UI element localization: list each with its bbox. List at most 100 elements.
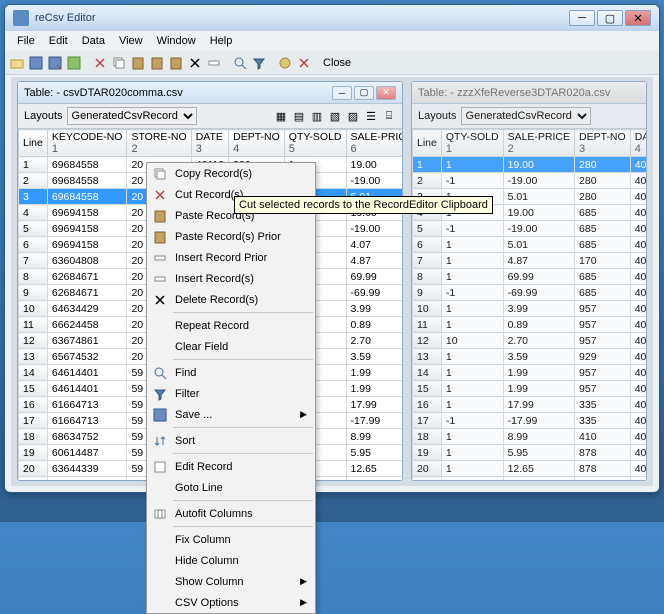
view6-icon[interactable]: ☰ [364, 109, 378, 123]
export-icon[interactable] [66, 55, 82, 71]
ctx-label: Show Column [175, 576, 243, 588]
menu-data[interactable]: Data [76, 33, 111, 49]
table-row[interactable]: 2-1-19.002804011820 [413, 173, 647, 189]
table-row[interactable]: 1119.002804011820 [413, 157, 647, 173]
ctx-edit-record[interactable]: Edit Record [147, 456, 315, 477]
table-row[interactable]: 8169.996854011820 [413, 269, 647, 285]
saveas-icon[interactable] [47, 55, 63, 71]
right-title-bar[interactable]: Table: - zzzXfeReverse3DTAR020a.csv [412, 82, 646, 104]
title-bar[interactable]: reCsv Editor ─ ▢ ✕ [5, 5, 659, 31]
open-icon[interactable] [9, 55, 25, 71]
ctx-insert-record-s-[interactable]: Insert Record(s) [147, 268, 315, 289]
col-header[interactable]: KEYCODE-NO1 [47, 130, 127, 157]
right-table[interactable]: LineQTY-SOLD1SALE-PRICE2DEPT-NO3DATE4STO… [412, 129, 646, 480]
left-title-bar[interactable]: Table: - csvDTAR020comma.csv ─ ▢ ✕ [18, 82, 402, 104]
left-max-button[interactable]: ▢ [354, 86, 374, 100]
col-header[interactable]: SALE-PRICE6 [346, 130, 402, 157]
tooltip: Cut selected records to the RecordEditor… [234, 196, 493, 214]
ctx-autofit-columns[interactable]: Autofit Columns [147, 503, 315, 524]
col-header[interactable]: Line [413, 130, 442, 157]
col-header[interactable]: STORE-NO2 [127, 130, 191, 157]
table-row[interactable]: 2113.996204011859 [413, 477, 647, 481]
maximize-button[interactable]: ▢ [597, 10, 623, 26]
ctx-insert-record-prior[interactable]: Insert Record Prior [147, 247, 315, 268]
table-row[interactable]: 1411.999574011859 [413, 365, 647, 381]
table-row[interactable]: 1915.958784011859 [413, 445, 647, 461]
table-row[interactable]: 1110.899574011820 [413, 317, 647, 333]
ctx-goto-line[interactable]: Goto Line [147, 477, 315, 498]
minimize-button[interactable]: ─ [569, 10, 595, 26]
table-row[interactable]: 1013.999574011820 [413, 301, 647, 317]
view7-icon[interactable]: ⌸ [382, 109, 396, 123]
paste2-icon[interactable] [149, 55, 165, 71]
ctx-csv-options[interactable]: CSV Options▶ [147, 592, 315, 613]
menu-help[interactable]: Help [204, 33, 239, 49]
view5-icon[interactable]: ▨ [346, 109, 360, 123]
paste-icon[interactable] [130, 55, 146, 71]
table-row[interactable]: 1818.994104011859 [413, 429, 647, 445]
right-title-text: Table: - zzzXfeReverse3DTAR020a.csv [418, 87, 610, 99]
close-button[interactable]: ✕ [625, 10, 651, 26]
col-header[interactable]: QTY-SOLD5 [284, 130, 346, 157]
table-row[interactable]: 615.016854011820 [413, 237, 647, 253]
find-icon [149, 365, 171, 381]
table-row[interactable]: 9-1-69.996854011820 [413, 285, 647, 301]
left-layout-label: Layouts [24, 110, 63, 122]
ctx-filter[interactable]: Filter [147, 383, 315, 404]
menu-window[interactable]: Window [151, 33, 202, 49]
ctx-label: Delete Record(s) [175, 294, 258, 306]
ctx-save-[interactable]: Save ...▶ [147, 404, 315, 425]
app-icon [13, 10, 29, 26]
ctx-sort[interactable]: Sort [147, 430, 315, 451]
right-layout-select[interactable]: GeneratedCsvRecord [461, 107, 591, 125]
table-row[interactable]: 5-1-19.006854011820 [413, 221, 647, 237]
ctx-paste-record-s-prior[interactable]: Paste Record(s) Prior [147, 226, 315, 247]
table-row[interactable]: 1313.599294011820 [413, 349, 647, 365]
settings-icon[interactable] [296, 55, 312, 71]
ctx-find[interactable]: Find [147, 362, 315, 383]
menu-file[interactable]: File [11, 33, 41, 49]
col-header[interactable]: DATE3 [191, 130, 228, 157]
cut-icon[interactable] [92, 55, 108, 71]
view1-icon[interactable]: ▦ [274, 109, 288, 123]
col-header[interactable]: Line [19, 130, 48, 157]
paste3-icon[interactable] [168, 55, 184, 71]
col-header[interactable]: QTY-SOLD1 [441, 130, 503, 157]
filter-icon[interactable] [251, 55, 267, 71]
table-row[interactable]: 1511.999574011859 [413, 381, 647, 397]
ctx-show-column[interactable]: Show Column▶ [147, 571, 315, 592]
table-row[interactable]: 20112.658784011859 [413, 461, 647, 477]
ctx-label: Insert Record Prior [175, 252, 267, 264]
left-layout-select[interactable]: GeneratedCsvRecord [67, 107, 197, 125]
ctx-fix-column[interactable]: Fix Column [147, 529, 315, 550]
menu-edit[interactable]: Edit [43, 33, 74, 49]
insert-icon[interactable] [206, 55, 222, 71]
options-icon[interactable] [277, 55, 293, 71]
ctx-copy-record-s-[interactable]: Copy Record(s) [147, 163, 315, 184]
context-menu: Copy Record(s)Cut Record(s)Paste Record(… [146, 162, 316, 614]
copy-icon[interactable] [111, 55, 127, 71]
col-header[interactable]: DATE4 [630, 130, 646, 157]
table-row[interactable]: 17-1-17.993354011859 [413, 413, 647, 429]
ctx-clear-field[interactable]: Clear Field [147, 336, 315, 357]
ctx-repeat-record[interactable]: Repeat Record [147, 315, 315, 336]
col-header[interactable]: DEPT-NO4 [229, 130, 285, 157]
menu-view[interactable]: View [113, 33, 149, 49]
col-header[interactable]: SALE-PRICE2 [503, 130, 574, 157]
table-row[interactable]: 12102.709574011820 [413, 333, 647, 349]
col-header[interactable]: DEPT-NO3 [575, 130, 631, 157]
delete-icon[interactable] [187, 55, 203, 71]
left-min-button[interactable]: ─ [332, 86, 352, 100]
ctx-delete-record-s-[interactable]: Delete Record(s) [147, 289, 315, 310]
table-row[interactable]: 714.871704011820 [413, 253, 647, 269]
menu-bar: FileEditDataViewWindowHelp [5, 31, 659, 51]
ctx-hide-column[interactable]: Hide Column [147, 550, 315, 571]
find-icon[interactable] [232, 55, 248, 71]
table-row[interactable]: 16117.993354011859 [413, 397, 647, 413]
toolbar-close-label[interactable]: Close [323, 57, 351, 69]
view4-icon[interactable]: ▧ [328, 109, 342, 123]
view2-icon[interactable]: ▤ [292, 109, 306, 123]
left-close-button[interactable]: ✕ [376, 86, 396, 100]
view3-icon[interactable]: ▥ [310, 109, 324, 123]
save-icon[interactable] [28, 55, 44, 71]
